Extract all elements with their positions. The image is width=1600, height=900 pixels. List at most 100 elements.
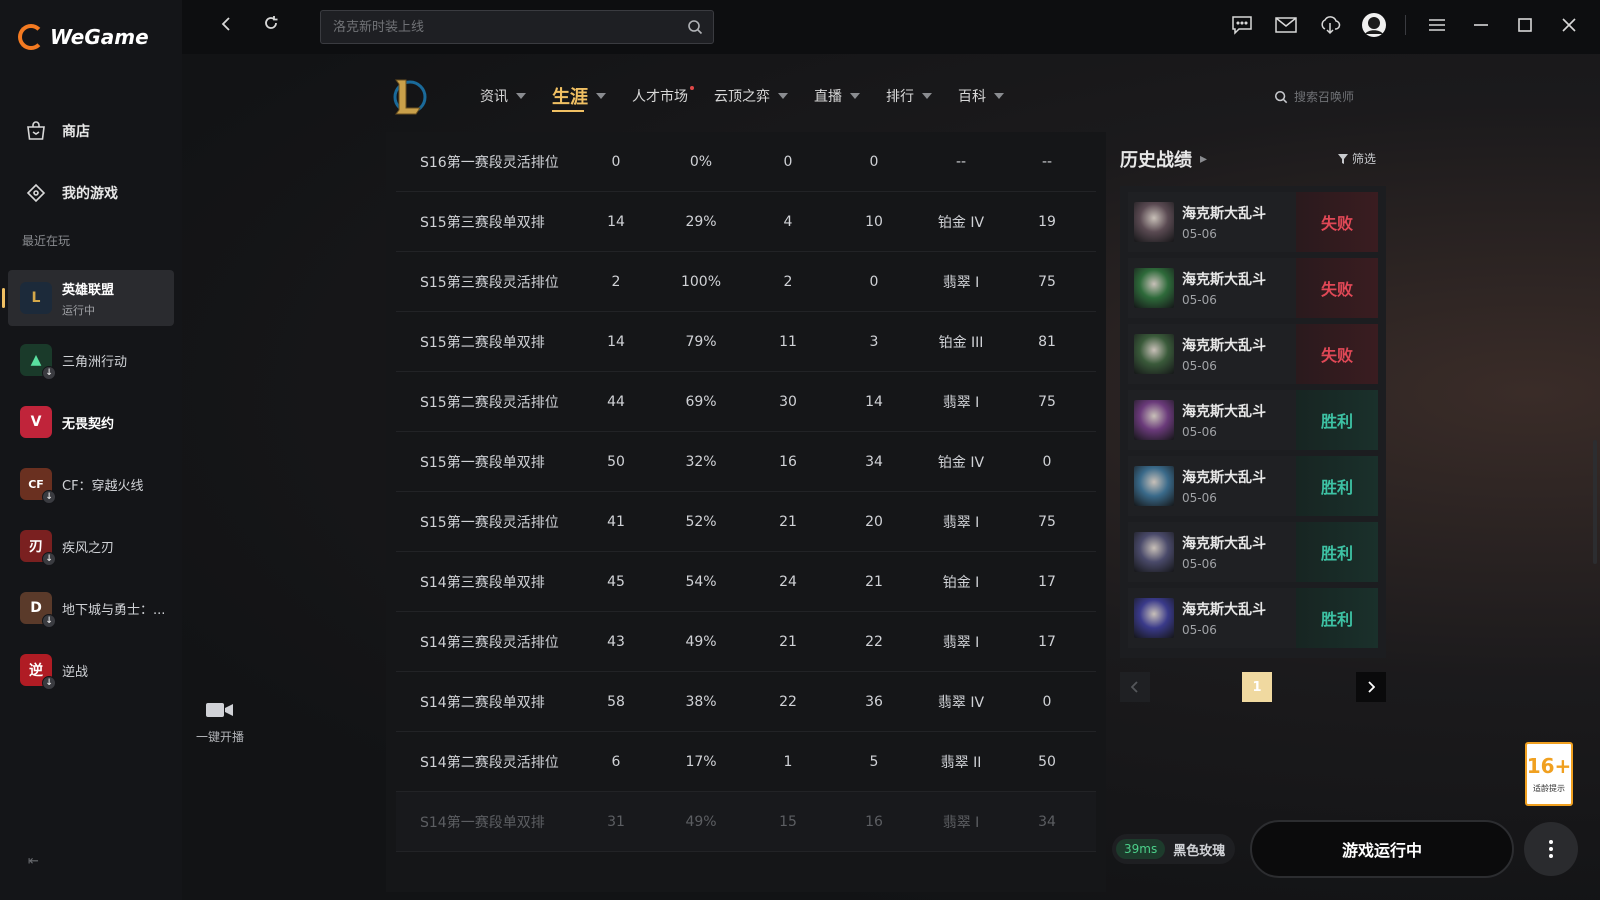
table-cell: 75	[1038, 393, 1056, 410]
game-name: 无畏契约	[62, 416, 115, 432]
scrollbar[interactable]	[1593, 440, 1597, 564]
maximize-icon[interactable]	[1512, 12, 1538, 38]
one-click-stream-button[interactable]: 一键开播	[190, 700, 250, 745]
sidebar-item-shop[interactable]: 商店	[0, 100, 182, 162]
tab-label: 云顶之弈	[714, 89, 770, 105]
server-status[interactable]: 39ms 黑色玫瑰	[1112, 834, 1236, 864]
table-cell: 43	[607, 633, 625, 650]
back-arrow-icon[interactable]	[214, 14, 240, 40]
match-item[interactable]: 海克斯大乱斗 05-06 胜利	[1128, 390, 1378, 450]
summoner-search[interactable]: 搜索召唤师	[1274, 88, 1354, 105]
prev-page-button[interactable]	[1120, 672, 1150, 702]
refresh-icon[interactable]	[258, 14, 284, 40]
match-mode: 海克斯大乱斗	[1182, 536, 1266, 552]
search-input[interactable]	[321, 11, 681, 43]
lol-logo-icon[interactable]	[390, 76, 428, 118]
match-item[interactable]: 海克斯大乱斗 05-06 胜利	[1128, 456, 1378, 516]
sidebar-item-label: 商店	[62, 124, 90, 140]
table-row[interactable]: S15第二赛段灵活排位 44 69% 30 14 翡翠 I 75	[396, 372, 1096, 432]
wegame-logo[interactable]: WeGame	[18, 24, 149, 50]
sidebar-item-my-games[interactable]: 我的游戏	[0, 162, 182, 224]
match-result: 失败	[1296, 258, 1378, 318]
menu-icon[interactable]	[1424, 12, 1450, 38]
match-item[interactable]: 海克斯大乱斗 05-06 失败	[1128, 324, 1378, 384]
chat-icon[interactable]	[1229, 12, 1255, 38]
tab-tft[interactable]: 云顶之弈	[714, 84, 788, 108]
history-header[interactable]: 历史战绩 ▸	[1120, 146, 1207, 172]
table-row[interactable]: S14第一赛段单双排 31 49% 15 16 翡翠 I 34	[396, 792, 1096, 852]
match-item[interactable]: 海克斯大乱斗 05-06 失败	[1128, 192, 1378, 252]
download-icon: ↓	[42, 366, 56, 380]
match-item[interactable]: 海克斯大乱斗 05-06 胜利	[1128, 522, 1378, 582]
table-cell: 49%	[685, 813, 717, 830]
more-options-button[interactable]	[1524, 822, 1578, 876]
filter-button[interactable]: 筛选	[1338, 150, 1376, 167]
table-row[interactable]: S16第一赛段灵活排位 0 0% 0 0 -- --	[396, 132, 1096, 192]
age-rating-badge[interactable]: 16+ 适龄提示	[1525, 742, 1573, 806]
match-result: 失败	[1296, 192, 1378, 252]
recent-game-dnf[interactable]: D ↓ 地下城与勇士：...	[8, 580, 174, 636]
chevron-down-icon	[596, 93, 606, 99]
table-cell: 14	[607, 213, 625, 230]
table-cell: 翡翠 I	[942, 634, 980, 651]
wegame-logo-icon	[18, 24, 44, 50]
recent-game-nizhan[interactable]: 逆 ↓ 逆战	[8, 642, 174, 698]
table-row[interactable]: S14第二赛段单双排 58 38% 22 36 翡翠 IV 0	[396, 672, 1096, 732]
match-item[interactable]: 海克斯大乱斗 05-06 胜利	[1128, 588, 1378, 648]
match-date: 05-06	[1182, 623, 1217, 637]
recent-game-crossfire[interactable]: CF ↓ CF：穿越火线	[8, 456, 174, 512]
champion-avatar	[1134, 268, 1174, 308]
user-avatar[interactable]	[1361, 12, 1387, 38]
download-manager-icon[interactable]	[1317, 12, 1343, 38]
table-row[interactable]: S15第三赛段灵活排位 2 100% 2 0 翡翠 I 75	[396, 252, 1096, 312]
search-icon[interactable]	[687, 19, 703, 35]
tab-career[interactable]: 生涯	[552, 84, 606, 112]
table-cell: S15第二赛段单双排	[420, 334, 545, 351]
recent-game-lol[interactable]: L 英雄联盟 运行中	[2, 270, 174, 326]
table-cell: --	[955, 153, 967, 170]
table-row[interactable]: S15第一赛段灵活排位 41 52% 21 20 翡翠 I 75	[396, 492, 1096, 552]
table-cell: 75	[1038, 513, 1056, 530]
download-icon: ↓	[42, 552, 56, 566]
match-date: 05-06	[1182, 491, 1217, 505]
lol-game-icon: L	[20, 282, 52, 314]
table-row[interactable]: S14第二赛段灵活排位 6 17% 1 5 翡翠 II 50	[396, 732, 1096, 792]
table-cell: S14第三赛段灵活排位	[420, 634, 559, 651]
tab-ranking[interactable]: 排行	[886, 84, 932, 108]
table-cell: 49%	[685, 633, 717, 650]
table-cell: 翡翠 II	[940, 754, 982, 771]
tab-talent-market[interactable]: 人才市场	[632, 84, 694, 108]
collapse-sidebar-icon[interactable]: ⇤	[28, 854, 44, 870]
table-row[interactable]: S15第三赛段单双排 14 29% 4 10 铂金 IV 19	[396, 192, 1096, 252]
download-icon: ↓	[42, 490, 56, 504]
table-cell: S15第二赛段灵活排位	[420, 394, 559, 411]
table-row[interactable]: S14第三赛段灵活排位 43 49% 21 22 翡翠 I 17	[396, 612, 1096, 672]
table-cell: 32%	[685, 453, 717, 470]
minimize-icon[interactable]	[1468, 12, 1494, 38]
recent-label: 最近在玩	[22, 234, 71, 248]
match-info: 海克斯大乱斗 05-06	[1182, 401, 1266, 439]
game-status: 运行中	[62, 303, 95, 317]
table-row[interactable]: S15第二赛段单双排 14 79% 11 3 铂金 III 81	[396, 312, 1096, 372]
match-result: 胜利	[1296, 456, 1378, 516]
page-number[interactable]: 1	[1242, 672, 1272, 702]
sidebar-nav: 商店 我的游戏	[0, 100, 182, 224]
table-cell: 0	[1042, 693, 1052, 710]
delta-force-game-icon: ▲ ↓	[20, 344, 56, 380]
next-page-button[interactable]	[1356, 672, 1386, 702]
match-info: 海克斯大乱斗 05-06	[1182, 467, 1266, 505]
video-camera-icon	[206, 703, 233, 717]
table-row[interactable]: S15第一赛段单双排 50 32% 16 34 铂金 IV 0	[396, 432, 1096, 492]
match-item[interactable]: 海克斯大乱斗 05-06 失败	[1128, 258, 1378, 318]
table-row[interactable]: S14第三赛段单双排 45 54% 24 21 铂金 I 17	[396, 552, 1096, 612]
recent-game-blade[interactable]: 刃 ↓ 疾风之刃	[8, 518, 174, 574]
tab-wiki[interactable]: 百科	[958, 84, 1004, 108]
recent-game-valorant[interactable]: V 无畏契约	[8, 394, 174, 450]
recent-game-delta-force[interactable]: ▲ ↓ 三角洲行动	[8, 332, 174, 388]
tab-live[interactable]: 直播	[814, 84, 860, 108]
close-icon[interactable]	[1556, 12, 1582, 38]
game-running-button[interactable]: 游戏运行中	[1250, 820, 1514, 878]
mail-icon[interactable]	[1273, 12, 1299, 38]
tab-news[interactable]: 资讯	[480, 84, 526, 108]
match-mode: 海克斯大乱斗	[1182, 602, 1266, 618]
